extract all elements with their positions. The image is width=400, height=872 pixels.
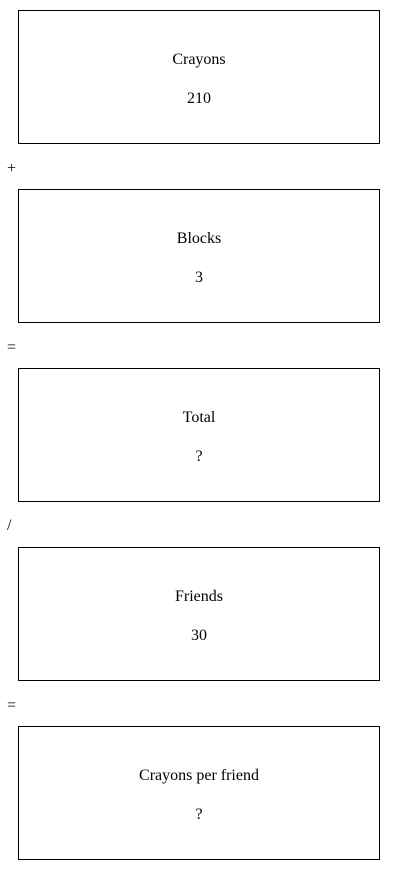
plus-operator: +: [7, 160, 17, 177]
friends-box: Friends 30: [18, 547, 380, 681]
crayons-value: 210: [187, 90, 211, 107]
friends-label: Friends: [175, 588, 223, 605]
friends-value: 30: [191, 627, 207, 644]
equals-operator: =: [7, 339, 17, 356]
blocks-label: Blocks: [176, 230, 222, 247]
blocks-box: Blocks 3: [18, 189, 380, 323]
equals-operator-final: =: [7, 697, 17, 714]
crayons-box: Crayons 210: [18, 10, 380, 144]
blocks-value: 3: [195, 269, 203, 286]
crayons-per-friend-label: Crayons per friend: [139, 767, 259, 784]
crayons-per-friend-value: ?: [195, 806, 203, 823]
total-box: Total ?: [18, 368, 380, 502]
total-value: ?: [195, 448, 203, 465]
crayons-per-friend-box: Crayons per friend ?: [18, 726, 380, 860]
total-label: Total: [182, 409, 216, 426]
crayons-label: Crayons: [172, 51, 226, 68]
divide-operator: /: [7, 517, 12, 534]
